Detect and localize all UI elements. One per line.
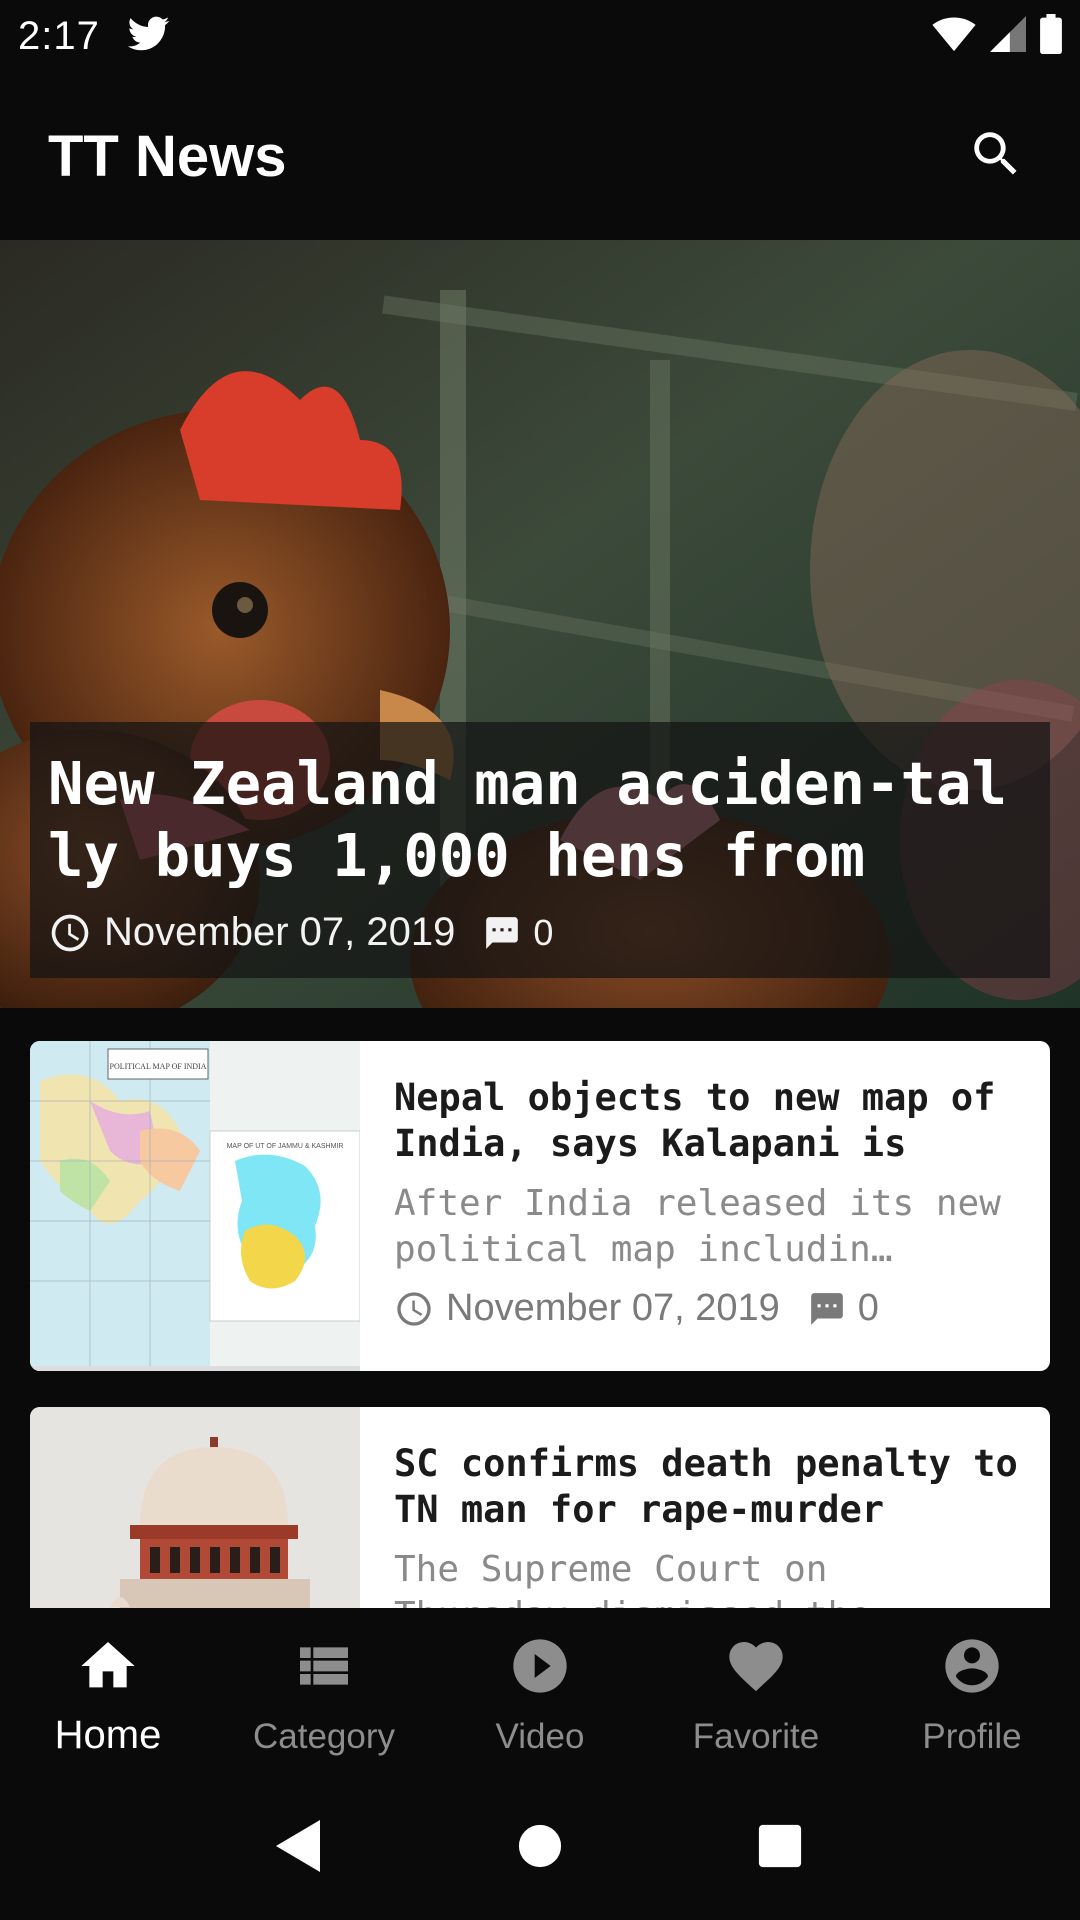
article-thumbnail: POLITICAL MAP OF INDIA MAP OF UT OF JAMM…: [30, 1041, 360, 1371]
nav-label: Favorite: [692, 1717, 820, 1756]
search-icon: [967, 125, 1025, 188]
search-button[interactable]: [960, 120, 1032, 192]
twitter-icon: [127, 16, 170, 57]
article-description: After India released its new political m…: [394, 1183, 1001, 1270]
article-meta: November 07, 2019 0: [394, 1287, 1020, 1330]
nav-label: Category: [252, 1717, 396, 1756]
thumb-label-jk: MAP OF UT OF JAMMU & KASHMIR: [227, 1143, 344, 1150]
bottom-navigation: Home Category Video Favorite Profile: [0, 1608, 1080, 1776]
account-circle-icon: [940, 1634, 1004, 1703]
article-body: SC confirms death penalty to TN man for …: [360, 1407, 1050, 1608]
status-bar: 2:17: [0, 0, 1080, 72]
clock-icon: [394, 1289, 434, 1329]
home-button[interactable]: [495, 1803, 585, 1893]
featured-caption: New Zealand man acciden-tally buys 1,000…: [30, 722, 1050, 978]
heart-icon: [724, 1634, 788, 1703]
article-thumbnail: [30, 1407, 360, 1608]
thumb-label-map: POLITICAL MAP OF INDIA: [110, 1062, 207, 1071]
signal-icon: [990, 15, 1026, 57]
article-body: Nepal objects to new map of India, says …: [360, 1041, 1050, 1371]
article-date: November 07, 2019: [446, 1287, 780, 1329]
featured-article[interactable]: New Zealand man acciden-tally buys 1,000…: [0, 240, 1080, 1008]
article-card[interactable]: SC confirms death penalty to TN man for …: [30, 1407, 1050, 1608]
status-time: 2:17: [18, 13, 100, 58]
clock-icon: [48, 911, 92, 955]
news-feed[interactable]: New Zealand man acciden-tally buys 1,000…: [0, 240, 1080, 1608]
comment-icon: [808, 1290, 846, 1328]
back-button[interactable]: [255, 1803, 345, 1893]
article-title: SC confirms death penalty to TN man for …: [394, 1442, 1018, 1531]
article-card[interactable]: POLITICAL MAP OF INDIA MAP OF UT OF JAMM…: [30, 1041, 1050, 1371]
system-navigation: [0, 1776, 1080, 1920]
article-description: The Supreme Court on Thursday dismissed …: [394, 1549, 871, 1608]
nav-home[interactable]: Home: [0, 1608, 216, 1776]
recents-icon: [757, 1823, 803, 1874]
home-circle-icon: [517, 1823, 563, 1874]
featured-comment-count: 0: [533, 911, 554, 953]
nav-label: Profile: [922, 1717, 1022, 1756]
comment-icon: [483, 914, 521, 952]
article-title: Nepal objects to new map of India, says …: [394, 1076, 996, 1165]
home-icon: [76, 1634, 140, 1703]
nav-label: Video: [495, 1717, 585, 1756]
play-circle-icon: [508, 1634, 572, 1703]
featured-meta: November 07, 2019 0: [48, 910, 1032, 955]
nav-category[interactable]: Category: [216, 1608, 432, 1776]
battery-icon: [1040, 13, 1062, 59]
back-icon: [276, 1819, 324, 1877]
featured-comments: 0: [483, 912, 553, 954]
app-bar: TT News: [0, 72, 1080, 240]
nav-video[interactable]: Video: [432, 1608, 648, 1776]
recents-button[interactable]: [735, 1803, 825, 1893]
article-comment-count: 0: [857, 1287, 879, 1329]
list-icon: [292, 1634, 356, 1703]
featured-date: November 07, 2019: [104, 910, 456, 954]
nav-profile[interactable]: Profile: [864, 1608, 1080, 1776]
nav-label: Home: [54, 1713, 162, 1757]
app-title: TT News: [48, 123, 287, 189]
screen: 2:17 TT News New Zealand man acciden-tal…: [0, 0, 1080, 1920]
article-comments: 0: [808, 1287, 879, 1330]
featured-title: New Zealand man acciden-tally buys 1,000…: [48, 749, 1008, 890]
nav-favorite[interactable]: Favorite: [648, 1608, 864, 1776]
wifi-icon: [932, 16, 976, 57]
